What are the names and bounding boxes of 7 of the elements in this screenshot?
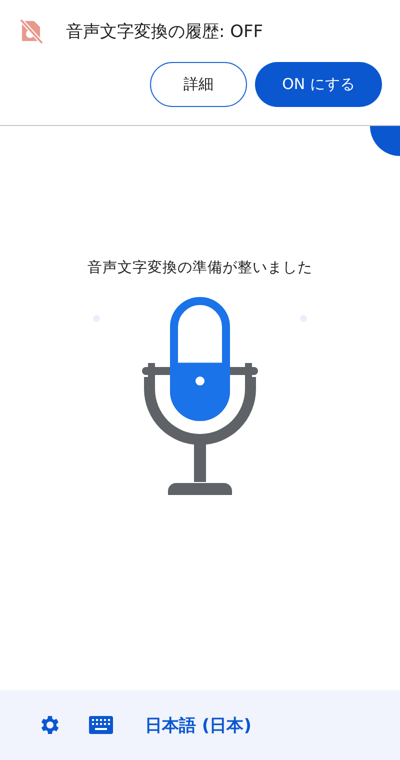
history-off-icon xyxy=(18,18,44,44)
details-button[interactable]: 詳細 xyxy=(150,62,247,107)
keyboard-icon[interactable] xyxy=(89,716,113,734)
turn-on-button[interactable]: ON にする xyxy=(255,62,382,107)
ready-status-text: 音声文字変換の準備が整いました xyxy=(88,258,312,277)
language-selector[interactable]: 日本語 (日本) xyxy=(145,714,252,736)
history-status-title: 音声文字変換の履歴: OFF xyxy=(66,20,264,42)
